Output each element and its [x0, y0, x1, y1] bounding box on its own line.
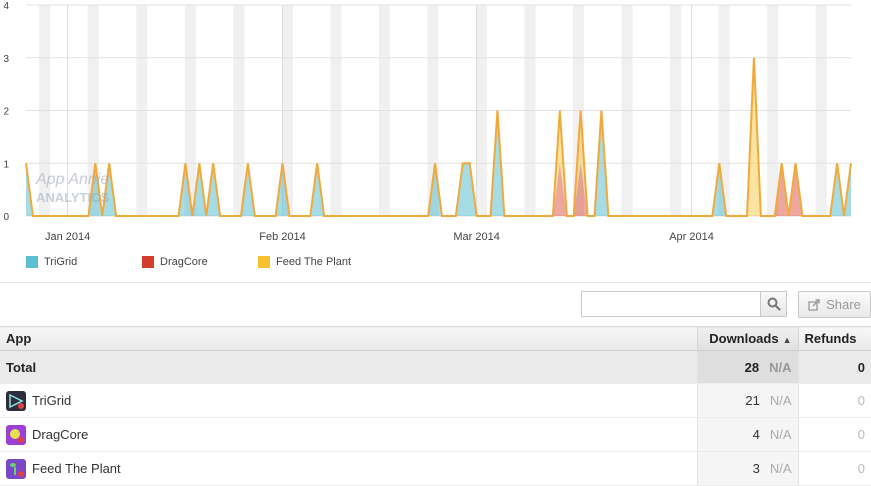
total-label: Total — [0, 350, 697, 384]
y-tick-label: 3 — [3, 54, 9, 65]
refunds-value: 0 — [797, 417, 871, 452]
app-name-link[interactable]: Feed The Plant — [32, 461, 121, 476]
dragcore-icon — [6, 424, 26, 445]
app-name-link[interactable]: DragCore — [32, 427, 88, 442]
total-downloads: 28 — [744, 359, 760, 375]
table-row[interactable]: DragCore 4 N/A 0 — [0, 417, 871, 452]
search-box — [581, 291, 787, 317]
downloads-header-label: Downloads — [709, 331, 779, 346]
legend-label: DragCore — [160, 256, 208, 268]
total-refunds: 0 — [797, 350, 871, 384]
search-input[interactable] — [582, 292, 760, 316]
x-tick-label: Jan 2014 — [45, 231, 90, 243]
legend-item-feed-the-plant[interactable]: Feed The Plant — [258, 256, 351, 268]
downloads-value: 3 — [752, 461, 760, 476]
apps-table: App Downloads ▲ Refunds Total 28 N/A 0 Tri… — [0, 326, 871, 486]
na-value: N/A — [769, 393, 792, 408]
total-na: N/A — [769, 359, 792, 375]
table-toolbar: Share — [0, 291, 871, 319]
y-tick-label: 2 — [3, 107, 9, 118]
app-cell: TriGrid — [0, 383, 697, 418]
legend-swatch-feed-the-plant — [258, 256, 270, 268]
app-cell: Feed The Plant — [0, 451, 697, 486]
share-label: Share — [826, 297, 861, 312]
na-value: N/A — [769, 461, 792, 476]
sort-desc-icon: ▲ — [782, 335, 792, 345]
app-name-link[interactable]: TriGrid — [32, 393, 71, 408]
total-row: Total 28 N/A 0 — [0, 350, 871, 384]
downloads-cell: 3 N/A — [696, 451, 798, 486]
na-value: N/A — [769, 427, 792, 442]
search-icon — [767, 297, 781, 311]
legend-label: Feed The Plant — [276, 256, 352, 268]
column-header-app[interactable]: App — [0, 326, 697, 351]
total-downloads-cell: 28 N/A — [696, 350, 798, 384]
watermark-line2: ANALYTICS — [36, 190, 110, 205]
y-tick-label: 1 — [3, 159, 9, 170]
legend-swatch-dragcore — [142, 256, 154, 268]
search-button[interactable] — [760, 292, 786, 316]
column-header-refunds[interactable]: Refunds — [797, 326, 871, 351]
legend-label: TriGrid — [44, 256, 78, 268]
y-tick-label: 4 — [3, 1, 9, 12]
x-tick-label: Apr 2014 — [669, 231, 714, 243]
downloads-value: 21 — [745, 393, 760, 408]
trigrid-icon — [6, 390, 26, 411]
downloads-chart: 0 1 2 3 4 Jan 2014 Feb 2014 Mar 2014 Apr 2014 App… — [0, 0, 871, 283]
app-cell: DragCore — [0, 417, 697, 452]
share-icon — [808, 298, 820, 311]
x-tick-label: Mar 2014 — [453, 231, 499, 243]
table-row[interactable]: TriGrid 21 N/A 0 — [0, 383, 871, 418]
table-header-row: App Downloads ▲ Refunds — [0, 326, 871, 351]
table-row[interactable]: Feed The Plant 3 N/A 0 — [0, 451, 871, 486]
downloads-value: 4 — [752, 427, 760, 442]
x-tick-label: Feb 2014 — [259, 231, 305, 243]
legend-swatch-trigrid — [26, 256, 38, 268]
column-header-downloads[interactable]: Downloads ▲ — [696, 326, 798, 351]
legend-item-trigrid[interactable]: TriGrid — [26, 256, 77, 268]
downloads-cell: 4 N/A — [696, 417, 798, 452]
downloads-cell: 21 N/A — [696, 383, 798, 418]
chart-svg: 0 1 2 3 4 Jan 2014 Feb 2014 Mar 2014 Apr 2014 App… — [3, 1, 852, 243]
watermark-line1: App Annie — [35, 171, 109, 188]
share-button[interactable]: Share — [798, 291, 871, 318]
refunds-value: 0 — [797, 383, 871, 418]
refunds-value: 0 — [797, 451, 871, 486]
feed-the-plant-icon — [6, 458, 26, 479]
legend-item-dragcore[interactable]: DragCore — [142, 256, 208, 268]
y-tick-label: 0 — [3, 212, 9, 223]
